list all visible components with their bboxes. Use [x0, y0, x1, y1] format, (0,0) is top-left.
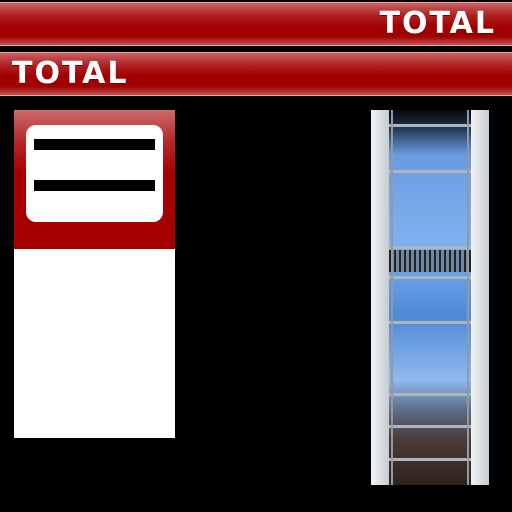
sign-bar [34, 139, 155, 150]
window-mullion [389, 170, 471, 173]
window-mullion [389, 458, 471, 461]
window-mullion [389, 321, 471, 324]
sign-header [14, 110, 175, 249]
window-mullion [389, 393, 471, 396]
window-frame-left [371, 110, 389, 485]
window-mullion [389, 425, 471, 428]
window-mullion [389, 276, 471, 279]
window-frame-right [471, 110, 489, 485]
total-banner-top: TOTAL [0, 2, 512, 46]
window-vertical [467, 110, 469, 485]
station-sign [14, 110, 175, 438]
banner-text: TOTAL [12, 56, 129, 91]
sign-plate [26, 125, 163, 222]
window-panel [371, 110, 489, 485]
window-glass [389, 110, 471, 485]
window-railing [389, 250, 471, 272]
sign-bar [34, 180, 155, 191]
banner-text: TOTAL [379, 6, 496, 41]
window-mullion [389, 124, 471, 127]
window-vertical [391, 110, 393, 485]
window-mullion [389, 246, 471, 249]
total-banner-bottom: TOTAL [0, 52, 512, 96]
